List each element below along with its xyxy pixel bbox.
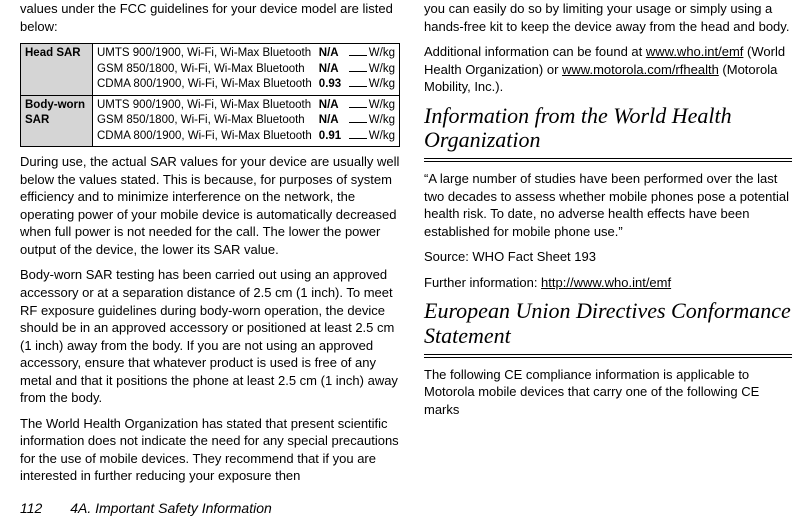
sar-value: N/A [319, 98, 347, 114]
left-p2: Body-worn SAR testing has been carried o… [20, 266, 400, 406]
right-p5: The following CE compliance information … [424, 366, 792, 419]
heading-who-info: Information from the World Health Organi… [424, 104, 792, 152]
sar-tech: UMTS 900/1900, Wi-Fi, Wi-Max Bluetooth [97, 98, 311, 114]
heading-eu-directives: European Union Directives Conformance St… [424, 299, 792, 347]
section-rule [424, 158, 792, 162]
sar-unit: W/kg [369, 77, 395, 93]
sar-unit: W/kg [369, 98, 395, 114]
footer-section-title: 4A. Important Safety Information [70, 500, 272, 516]
link-who-emf[interactable]: http://www.who.int/emf [541, 275, 671, 290]
sar-tech: GSM 850/1800, Wi-Fi, Wi-Max Bluetooth [97, 113, 305, 129]
sar-unit: W/kg [369, 113, 395, 129]
right-p4: Further information: http://www.who.int/… [424, 274, 792, 292]
sar-unit: W/kg [369, 62, 395, 78]
sar-unit: W/kg [369, 46, 395, 62]
text-prefix: Additional information can be found at [424, 44, 646, 59]
right-p3: Source: WHO Fact Sheet 193 [424, 248, 792, 266]
right-p2: “A large number of studies have been per… [424, 170, 792, 240]
body-sar-label: Body-worn SAR [21, 95, 93, 147]
right-p1a: you can easily do so by limiting your us… [424, 0, 792, 35]
body-sar-cell: UMTS 900/1900, Wi-Fi, Wi-Max Bluetooth N… [93, 95, 400, 147]
right-p1b: Additional information can be found at w… [424, 43, 792, 96]
sar-table: Head SAR UMTS 900/1900, Wi-Fi, Wi-Max Bl… [20, 43, 400, 147]
text-prefix: Further information: [424, 275, 541, 290]
sar-tech: GSM 850/1800, Wi-Fi, Wi-Max Bluetooth [97, 62, 305, 78]
link-who[interactable]: www.who.int/emf [646, 44, 744, 59]
table-row: Body-worn SAR UMTS 900/1900, Wi-Fi, Wi-M… [21, 95, 400, 147]
sar-value: N/A [319, 46, 347, 62]
sar-tech: CDMA 800/1900, Wi-Fi, Wi-Max Bluetooth [97, 77, 312, 93]
page-footer: 112 4A. Important Safety Information [20, 493, 792, 518]
sar-value: 0.91 [319, 129, 347, 145]
sar-tech: CDMA 800/1900, Wi-Fi, Wi-Max Bluetooth [97, 129, 312, 145]
link-motorola[interactable]: www.motorola.com/rfhealth [562, 62, 719, 77]
sar-value: N/A [319, 62, 347, 78]
left-p3: The World Health Organization has stated… [20, 415, 400, 485]
head-sar-cell: UMTS 900/1900, Wi-Fi, Wi-Max Bluetooth N… [93, 44, 400, 96]
left-intro: values under the FCC guidelines for your… [20, 0, 400, 35]
left-p1: During use, the actual SAR values for yo… [20, 153, 400, 258]
head-sar-label: Head SAR [21, 44, 93, 96]
sar-value: N/A [319, 113, 347, 129]
sar-value: 0.93 [319, 77, 347, 93]
section-rule [424, 354, 792, 358]
page-number: 112 [20, 500, 42, 516]
sar-unit: W/kg [369, 129, 395, 145]
table-row: Head SAR UMTS 900/1900, Wi-Fi, Wi-Max Bl… [21, 44, 400, 96]
sar-tech: UMTS 900/1900, Wi-Fi, Wi-Max Bluetooth [97, 46, 311, 62]
